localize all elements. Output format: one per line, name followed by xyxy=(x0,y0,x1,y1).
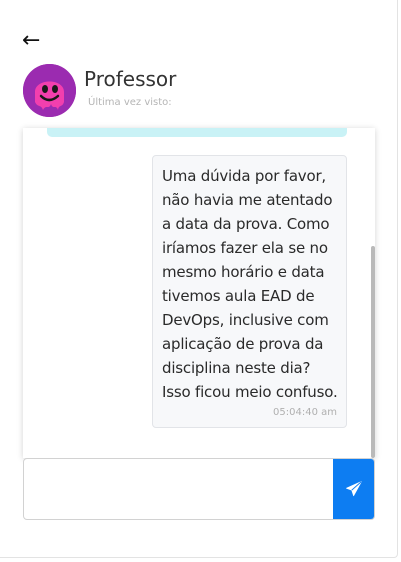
avatar xyxy=(23,64,76,117)
message-list[interactable]: Uma dúvida por favor, não havia me atent… xyxy=(23,128,375,458)
contact-name: Professor xyxy=(84,67,177,91)
last-seen-status: Última vez visto: xyxy=(88,97,172,108)
message-timestamp: 05:04:40 am xyxy=(273,407,337,418)
paper-plane-icon xyxy=(346,481,362,497)
message-text: Uma dúvida por favor, não havia me atent… xyxy=(162,167,338,401)
message-composer xyxy=(23,458,375,520)
chat-card: ← Professor Última vez visto: Uma dúvida… xyxy=(0,0,398,558)
scrollbar[interactable] xyxy=(371,246,375,458)
send-button[interactable] xyxy=(333,459,374,519)
smiley-face-icon xyxy=(23,64,76,117)
message-bubble: Uma dúvida por favor, não havia me atent… xyxy=(152,155,347,428)
message-input[interactable] xyxy=(24,459,333,519)
back-arrow-icon[interactable]: ← xyxy=(22,30,40,52)
previous-message-bubble xyxy=(47,128,347,137)
